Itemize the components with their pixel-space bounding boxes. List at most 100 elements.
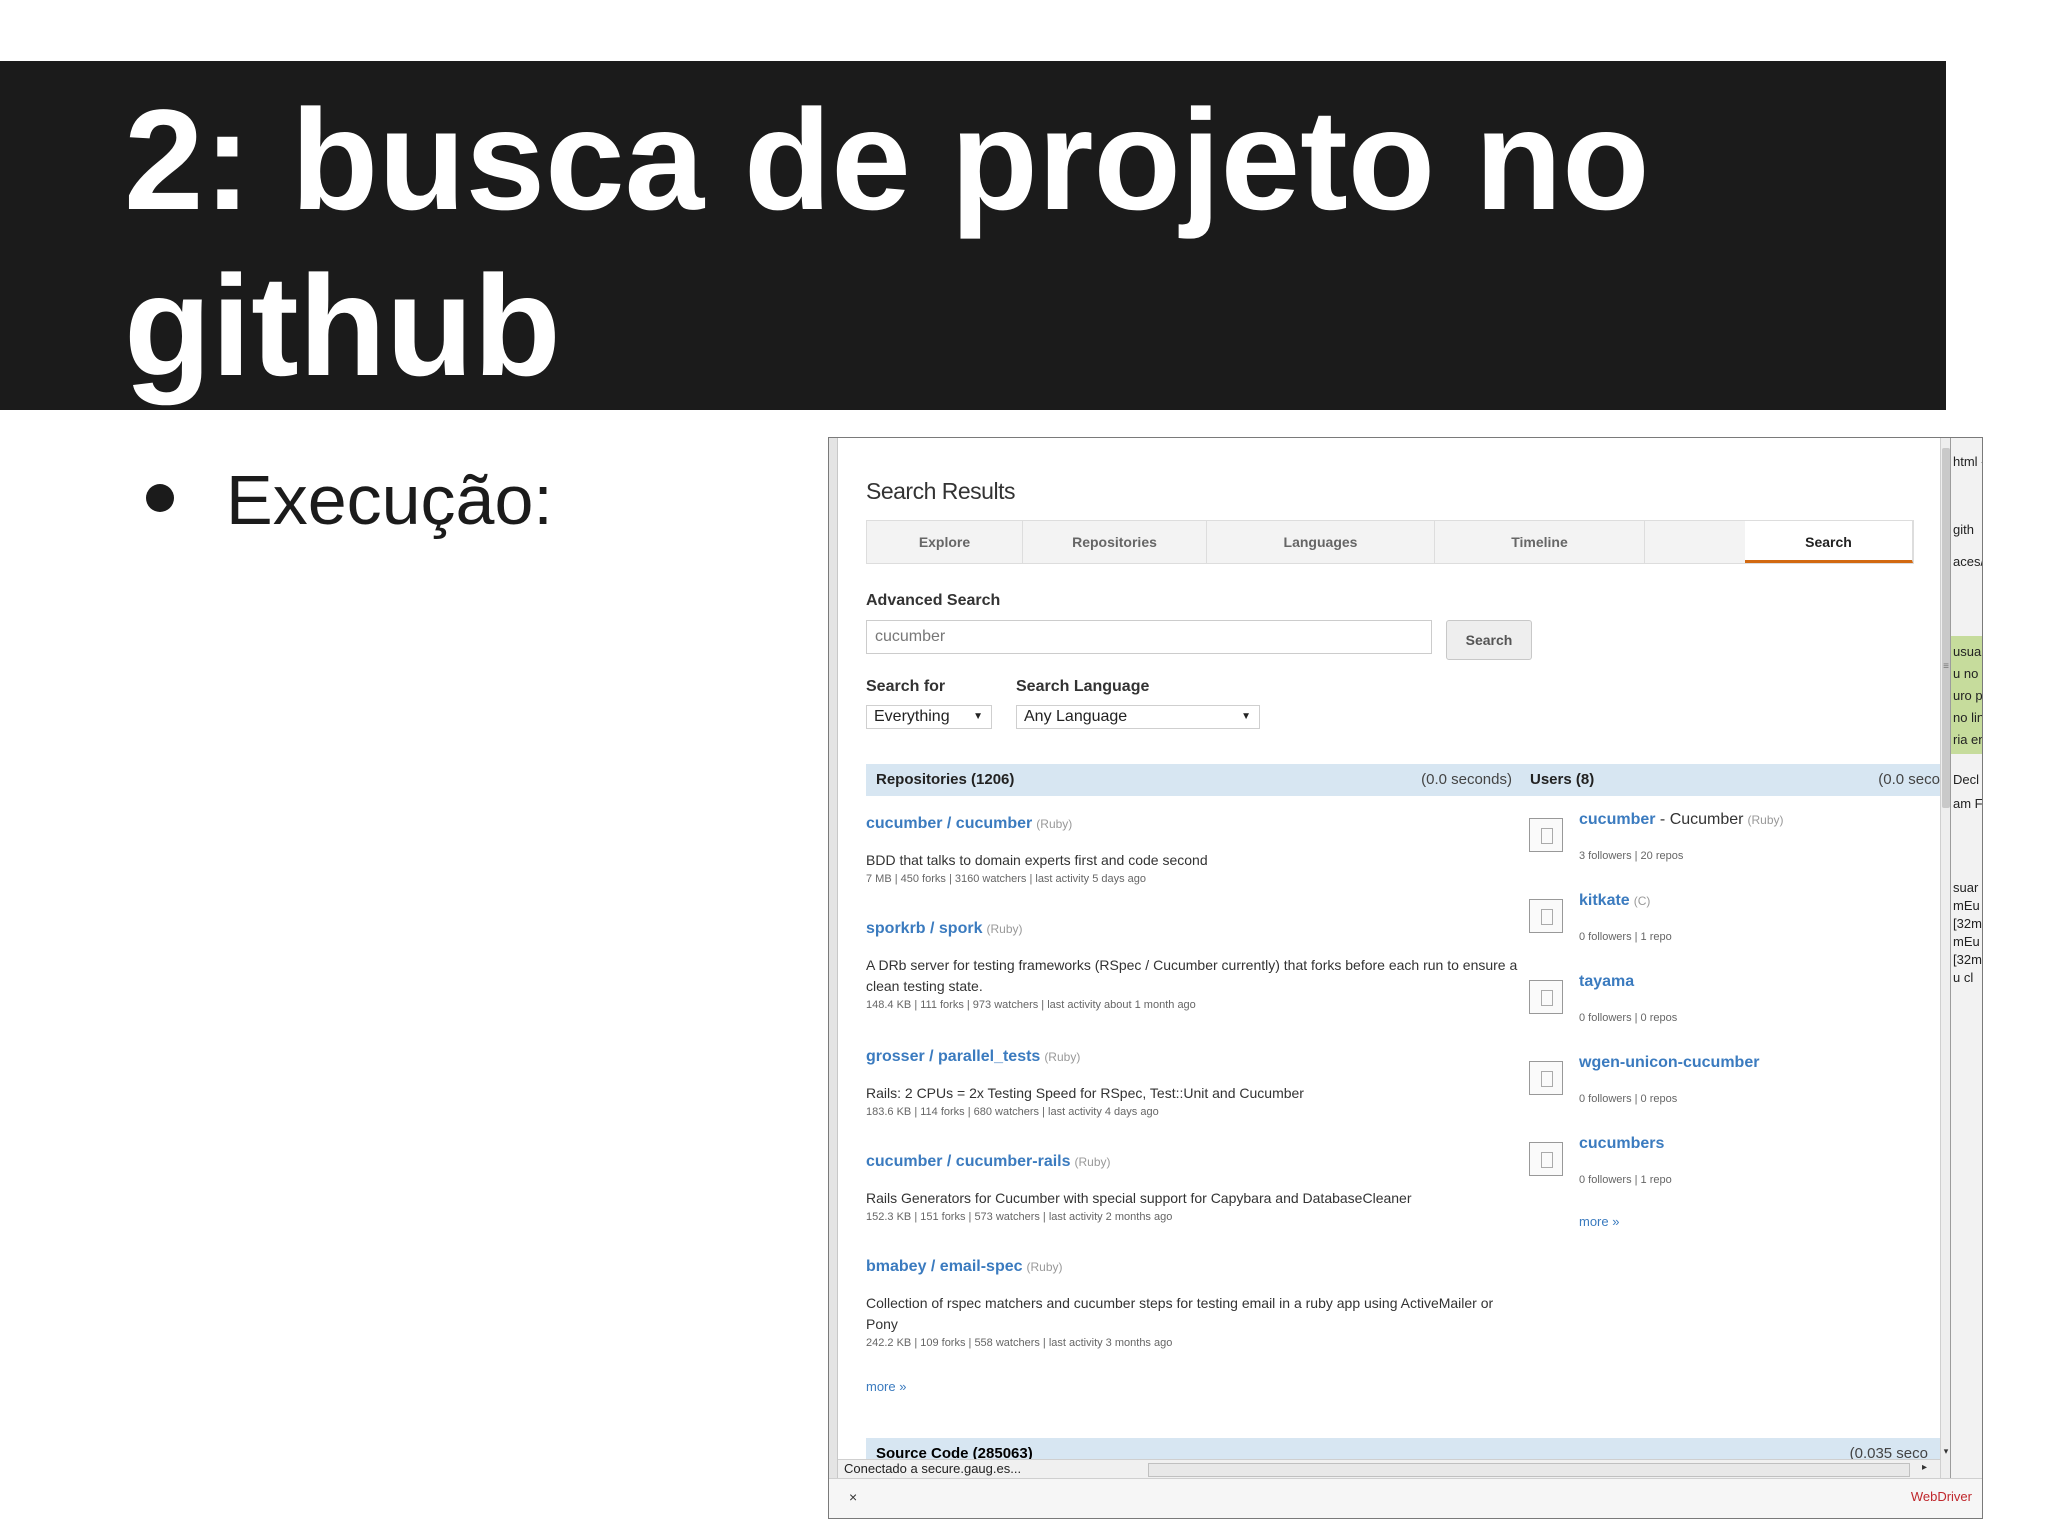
horizontal-scrollbar[interactable]: [1148, 1463, 1910, 1477]
bullet-text: Execução:: [226, 461, 553, 539]
search-button[interactable]: Search: [1446, 620, 1532, 660]
user-meta: 0 followers | 0 repos: [1579, 1012, 1678, 1024]
avatar[interactable]: [1529, 818, 1563, 852]
side-text: no lin: [1953, 710, 1983, 725]
tab-explore[interactable]: Explore: [867, 521, 1023, 563]
chevron-down-icon: ▼: [1241, 711, 1251, 722]
side-text: ria en: [1953, 732, 1983, 747]
side-text: suar: [1953, 880, 1979, 895]
search-input[interactable]: cucumber: [866, 620, 1432, 654]
avatar[interactable]: [1529, 1061, 1563, 1095]
advanced-search-label: Advanced Search: [866, 592, 1001, 609]
side-text: [32m: [1953, 916, 1982, 931]
repo-description: BDD that talks to domain experts first a…: [866, 852, 1208, 868]
side-text: mEu: [1953, 898, 1980, 913]
slide-title: 2: busca de projeto no github: [124, 81, 1650, 406]
browser-left-edge: [829, 438, 838, 1478]
user-language: (Ruby): [1747, 813, 1784, 827]
language-select[interactable]: Any Language ▼: [1016, 705, 1260, 729]
user-link[interactable]: tayama: [1579, 973, 1634, 990]
search-for-value: Everything: [874, 708, 950, 725]
repo-link[interactable]: grosser / parallel_tests: [866, 1048, 1040, 1065]
repo-description: Rails Generators for Cucumber with speci…: [866, 1190, 1412, 1206]
users-more-link[interactable]: more »: [1579, 1214, 1619, 1229]
repo-language: (Ruby): [1044, 1050, 1081, 1064]
user-meta: 0 followers | 0 repos: [1579, 1093, 1678, 1105]
webdriver-label: WebDriver: [1910, 1489, 1972, 1504]
scrollbar-thumb[interactable]: [1942, 448, 1950, 808]
list-item: bmabey / email-spec (Ruby) Collection of …: [866, 1258, 1526, 1351]
avatar[interactable]: [1529, 980, 1563, 1014]
list-item: cucumber / cucumber (Ruby) BDD that talks…: [866, 815, 1526, 887]
repo-meta: 183.6 KB | 114 forks | 680 watchers | la…: [866, 1106, 1159, 1118]
users-count: Users (8): [1530, 771, 1595, 788]
browser-screenshot: Search Results Explore Repositories Lang…: [828, 437, 1983, 1519]
search-language-label: Search Language: [1016, 678, 1150, 695]
repo-link[interactable]: sporkrb / spork: [866, 920, 982, 937]
language-value: Any Language: [1024, 708, 1128, 725]
user-meta: 0 followers | 1 repo: [1579, 931, 1672, 943]
ide-side-panel: html - gith aces/j usua u no uro p no li…: [1950, 438, 1983, 1478]
repos-more-link[interactable]: more »: [866, 1379, 906, 1394]
user-link[interactable]: cucumber: [1579, 811, 1655, 828]
github-search-page: Search Results Explore Repositories Lang…: [838, 438, 1940, 1478]
side-text: Decl: [1953, 772, 1980, 787]
list-item: sporkrb / spork (Ruby) A DRb server for t…: [866, 920, 1526, 1013]
arrow-right-icon[interactable]: ▸: [1922, 1462, 1927, 1473]
repo-meta: 7 MB | 450 forks | 3160 watchers | last …: [866, 873, 1147, 885]
repo-language: (Ruby): [1074, 1155, 1111, 1169]
users-header: Users (8) (0.0 seco: [1520, 764, 1940, 796]
repositories-time: (0.0 seconds): [1421, 771, 1512, 788]
page-title: Search Results: [866, 478, 1015, 504]
grip-icon: ≡: [1943, 661, 1949, 672]
user-language: (C): [1633, 894, 1651, 908]
list-item: grosser / parallel_tests (Ruby) Rails: 2 …: [866, 1048, 1526, 1120]
repo-description: Rails: 2 CPUs = 2x Testing Speed for RSp…: [866, 1085, 1304, 1101]
repo-language: (Ruby): [1036, 817, 1073, 831]
users-time: (0.0 seco: [1878, 771, 1940, 788]
repo-link[interactable]: bmabey / email-spec: [866, 1258, 1023, 1275]
repo-description: Collection of rspec matchers and cucumbe…: [866, 1295, 1494, 1332]
search-for-select[interactable]: Everything ▼: [866, 705, 992, 729]
side-text: uro p: [1953, 688, 1983, 703]
user-fullname: - Cucumber: [1655, 811, 1744, 828]
bullet-dot: [146, 484, 174, 512]
tab-search[interactable]: Search: [1745, 521, 1913, 563]
avatar[interactable]: [1529, 1142, 1563, 1176]
side-text: [32m: [1953, 952, 1982, 967]
side-text: html -: [1953, 454, 1983, 469]
user-link[interactable]: wgen-unicon-cucumber: [1579, 1054, 1759, 1071]
close-icon[interactable]: ×: [849, 1489, 857, 1505]
side-text: gith: [1953, 522, 1974, 537]
browser-status-bar: Conectado a secure.gaug.es... ▸: [838, 1459, 1940, 1479]
repo-meta: 152.3 KB | 151 forks | 573 watchers | la…: [866, 1211, 1173, 1223]
tab-languages[interactable]: Languages: [1207, 521, 1435, 563]
side-text: u no: [1953, 666, 1979, 681]
status-text: Conectado a secure.gaug.es...: [844, 1461, 1022, 1476]
user-link[interactable]: cucumbers: [1579, 1135, 1664, 1152]
list-item: cucumber / cucumber-rails (Ruby) Rails Ge…: [866, 1153, 1526, 1225]
side-text: am Fil: [1953, 796, 1983, 811]
search-for-label: Search for: [866, 678, 946, 695]
arrow-down-icon[interactable]: ▾: [1942, 1446, 1950, 1457]
repo-link[interactable]: cucumber / cucumber: [866, 815, 1032, 832]
chevron-down-icon: ▼: [973, 711, 983, 722]
repo-link[interactable]: cucumber / cucumber-rails: [866, 1153, 1071, 1170]
user-link[interactable]: kitkate: [1579, 892, 1630, 909]
webdriver-bar: × WebDriver: [829, 1478, 1982, 1518]
repo-language: (Ruby): [1026, 1260, 1063, 1274]
repositories-count: Repositories (1206): [876, 771, 1015, 788]
repo-description: A DRb server for testing frameworks (RSp…: [866, 957, 1518, 994]
tab-repositories[interactable]: Repositories: [1023, 521, 1207, 563]
avatar[interactable]: [1529, 899, 1563, 933]
side-text: aces/j: [1953, 554, 1982, 569]
side-text: u cl: [1953, 970, 1974, 985]
side-text: mEu p: [1953, 934, 1982, 949]
tab-timeline[interactable]: Timeline: [1435, 521, 1645, 563]
user-meta: 3 followers | 20 repos: [1579, 850, 1684, 862]
repo-language: (Ruby): [986, 922, 1023, 936]
side-text: usua: [1953, 644, 1982, 659]
repositories-header: Repositories (1206) (0.0 seconds): [866, 764, 1520, 796]
user-meta: 0 followers | 1 repo: [1579, 1174, 1672, 1186]
repo-meta: 148.4 KB | 111 forks | 973 watchers | la…: [866, 999, 1196, 1011]
